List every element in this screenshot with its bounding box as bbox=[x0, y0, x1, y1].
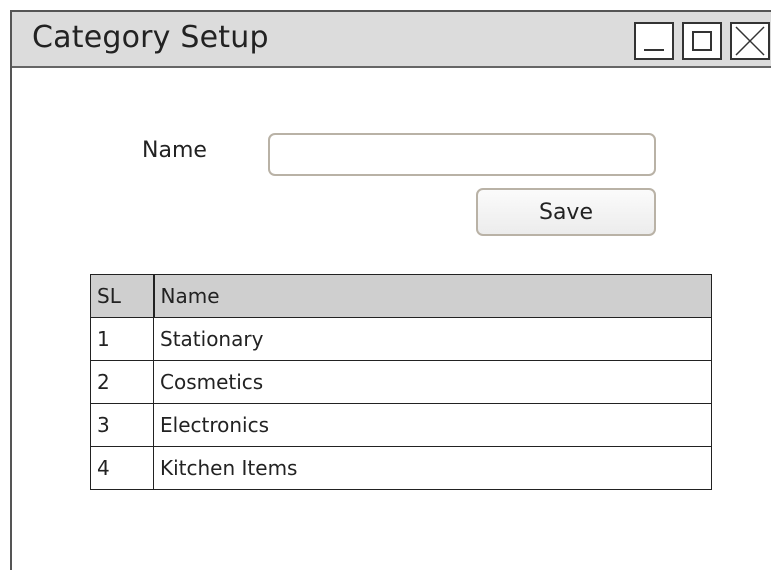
row-sl: 3 bbox=[90, 403, 154, 447]
row-sl: 2 bbox=[90, 360, 154, 404]
row-name: Cosmetics bbox=[153, 360, 712, 404]
column-header-sl[interactable]: SL bbox=[90, 274, 154, 318]
minimize-button[interactable] bbox=[634, 22, 674, 60]
table-row[interactable]: 1 Stationary bbox=[90, 317, 712, 361]
row-name: Stationary bbox=[153, 317, 712, 361]
name-label: Name bbox=[142, 138, 207, 163]
minimize-icon bbox=[644, 49, 664, 51]
row-name: Kitchen Items bbox=[153, 446, 712, 490]
column-header-name[interactable]: Name bbox=[152, 274, 712, 318]
save-button[interactable]: Save bbox=[476, 188, 656, 236]
row-sl: 1 bbox=[90, 317, 154, 361]
window-title: Category Setup bbox=[32, 20, 269, 55]
maximize-icon bbox=[692, 31, 712, 51]
category-table: SL Name 1 Stationary 2 Cosmetics 3 Elect… bbox=[90, 274, 712, 490]
table-row[interactable]: 3 Electronics bbox=[90, 403, 712, 447]
table-row[interactable]: 2 Cosmetics bbox=[90, 360, 712, 404]
close-button[interactable] bbox=[730, 22, 770, 60]
table-row[interactable]: 4 Kitchen Items bbox=[90, 446, 712, 490]
row-name: Electronics bbox=[153, 403, 712, 447]
category-setup-window: Category Setup Name Save SL Name 1 Stati… bbox=[10, 10, 771, 570]
maximize-button[interactable] bbox=[682, 22, 722, 60]
row-sl: 4 bbox=[90, 446, 154, 490]
close-icon bbox=[735, 26, 765, 56]
name-input[interactable] bbox=[268, 133, 656, 176]
table-header-row: SL Name bbox=[90, 274, 712, 318]
title-bar[interactable]: Category Setup bbox=[12, 12, 771, 68]
